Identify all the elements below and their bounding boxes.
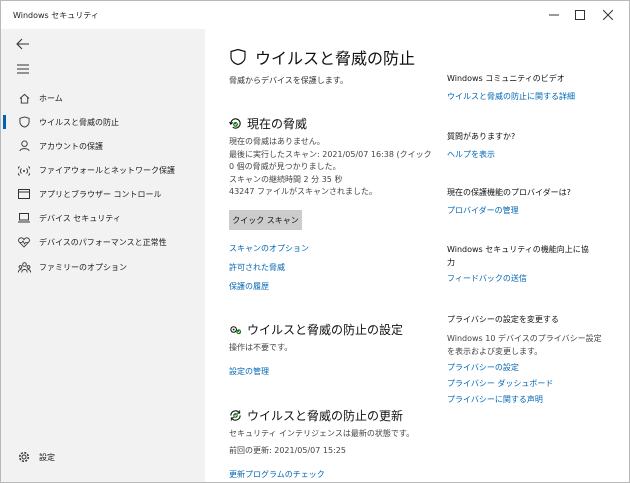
sidebar-item-label: アカウントの保護: [39, 141, 103, 151]
protection-history-link[interactable]: 保護の履歴: [229, 281, 269, 292]
manage-settings-link[interactable]: 設定の管理: [229, 366, 269, 377]
sidebar-item-device-performance[interactable]: デバイスのパフォーマンスと正常性: [1, 230, 205, 254]
update-refresh-icon: [230, 410, 241, 421]
scrollbar[interactable]: [623, 29, 629, 482]
app-window: Windows セキュリティ ホーム ウイルスと脅威の防止 アカウントの保護 フ…: [0, 0, 630, 483]
app-browser-icon: [17, 187, 31, 201]
quick-scan-button[interactable]: クイック スキャン: [229, 210, 302, 230]
menu-button[interactable]: [15, 62, 31, 76]
back-arrow-icon: [16, 38, 29, 50]
privacy-statement-link[interactable]: プライバシーに関する声明: [447, 394, 543, 405]
sidebar-item-settings[interactable]: 設定: [1, 445, 205, 469]
person-icon: [17, 139, 31, 153]
manage-providers-link[interactable]: プロバイダーの管理: [447, 205, 519, 216]
shield-icon: [17, 115, 31, 129]
sidebar-item-label: ホーム: [39, 93, 63, 103]
settings-status: 操作は不要です。: [229, 343, 293, 352]
section-heading-settings: ウイルスと脅威の防止の設定: [229, 321, 403, 338]
sidebar-item-label: ウイルスと脅威の防止: [39, 117, 119, 127]
page-title: ウイルスと脅威の防止: [229, 45, 415, 69]
privacy-heading: プライバシーの設定を変更する: [447, 315, 559, 324]
section-heading-updates: ウイルスと脅威の防止の更新: [229, 407, 403, 424]
last-update: 前回の更新: 2021/05/07 15:25: [229, 446, 346, 455]
back-button[interactable]: [15, 37, 31, 51]
sidebar-item-label: アプリとブラウザー コントロール: [39, 189, 162, 199]
sidebar-item-account-protection[interactable]: アカウントの保護: [1, 134, 205, 158]
scan-duration: スキャンの継続時間 2 分 35 秒: [229, 175, 343, 184]
threats-found: 0 個の脅威が見つかりました。: [229, 162, 341, 171]
threat-status: 現在の脅威はありません。: [229, 137, 325, 146]
close-button[interactable]: [593, 1, 623, 29]
update-status: セキュリティ インテリジェンスは最新の状態です。: [229, 429, 415, 438]
scan-options-link[interactable]: スキャンのオプション: [229, 243, 309, 254]
sidebar-item-label: デバイスのパフォーマンスと正常性: [39, 237, 167, 247]
sidebar-item-virus-protection[interactable]: ウイルスと脅威の防止: [1, 110, 205, 134]
sidebar-item-family[interactable]: ファミリーのオプション: [1, 255, 205, 279]
maximize-button[interactable]: [565, 1, 595, 29]
sidebar-item-firewall[interactable]: ファイアウォールとネットワーク保護: [1, 158, 205, 182]
family-icon: [17, 260, 31, 274]
scan-refresh-icon: [229, 118, 241, 129]
minimize-icon: [549, 14, 559, 16]
sidebar-item-label: ファイアウォールとネットワーク保護: [39, 165, 175, 175]
community-link[interactable]: ウイルスと脅威の防止に関する詳細: [447, 91, 575, 102]
main-content: ウイルスと脅威の防止 脅威からデバイスを保護します。 現在の脅威 現在の脅威はあ…: [205, 29, 629, 482]
provider-heading: 現在の保護機能のプロバイダーは?: [447, 188, 571, 197]
sidebar-item-label: ファミリーのオプション: [39, 262, 127, 272]
check-updates-link[interactable]: 更新プログラムのチェック: [229, 469, 325, 480]
laptop-icon: [17, 211, 31, 225]
privacy-text-line1: Windows 10 デバイスのプライバシー設定: [447, 334, 602, 343]
close-icon: [603, 10, 613, 20]
title-bar: Windows セキュリティ: [1, 1, 629, 29]
home-icon: [17, 91, 31, 105]
settings-label: 設定: [39, 452, 55, 462]
sidebar-item-device-security[interactable]: デバイス セキュリティ: [1, 206, 205, 230]
window-title: Windows セキュリティ: [13, 11, 99, 20]
page-subtitle: 脅威からデバイスを保護します。: [229, 76, 348, 85]
maximize-icon: [575, 10, 585, 20]
sidebar-item-home[interactable]: ホーム: [1, 86, 205, 110]
section-heading-text: ウイルスと脅威の防止の更新: [247, 409, 404, 423]
sidebar-item-label: デバイス セキュリティ: [39, 213, 121, 223]
wifi-icon: [17, 163, 31, 177]
allowed-threats-link[interactable]: 許可された脅威: [229, 262, 285, 273]
improve-heading-line2: 力: [447, 258, 455, 267]
community-heading: Windows コミュニティのビデオ: [447, 74, 565, 83]
section-heading-text: 現在の脅威: [247, 117, 308, 131]
sidebar: ホーム ウイルスと脅威の防止 アカウントの保護 ファイアウォールとネットワーク保…: [1, 29, 205, 482]
question-heading: 質問がありますか?: [447, 132, 516, 141]
privacy-settings-link[interactable]: プライバシーの設定: [447, 362, 519, 373]
gear-icon: [17, 450, 31, 464]
section-heading-text: ウイルスと脅威の防止の設定: [247, 323, 404, 337]
section-heading-threats: 現在の脅威: [229, 115, 307, 132]
heart-icon: [17, 235, 31, 249]
page-title-text: ウイルスと脅威の防止: [255, 49, 416, 68]
privacy-text-line2: を表示および変更します。: [447, 347, 543, 356]
hamburger-icon: [17, 64, 29, 74]
feedback-link[interactable]: フィードバックの送信: [447, 273, 527, 284]
improve-heading-line1: Windows セキュリティの機能向上に協: [447, 245, 589, 254]
last-scan-info: 最後に実行したスキャン: 2021/05/07 16:38 (クイック: [229, 150, 432, 159]
files-scanned: 43247 ファイルがスキャンされました。: [229, 187, 377, 196]
shield-icon: [230, 48, 246, 66]
sidebar-item-app-browser[interactable]: アプリとブラウザー コントロール: [1, 182, 205, 206]
privacy-dashboard-link[interactable]: プライバシー ダッシュボード: [447, 378, 553, 389]
help-link[interactable]: ヘルプを表示: [447, 149, 495, 160]
settings-gears-icon: [230, 326, 242, 335]
